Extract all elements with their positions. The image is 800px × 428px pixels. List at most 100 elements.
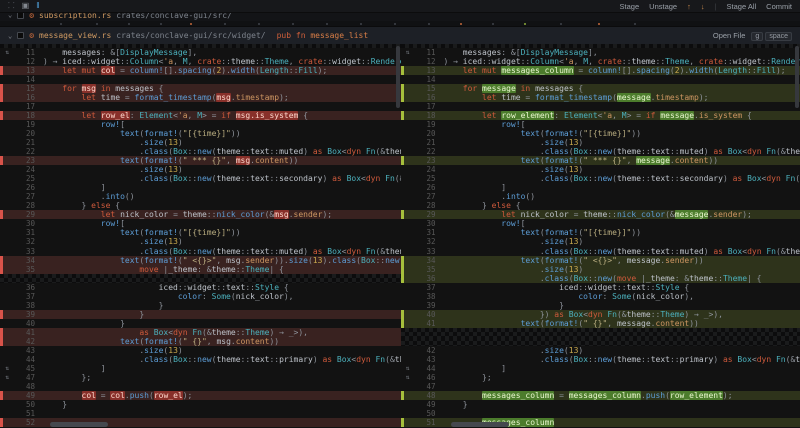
- stage-all-button[interactable]: Stage All: [727, 2, 757, 11]
- diff-row[interactable]: 29 let nick_color = theme::nick_color(&m…: [401, 210, 800, 219]
- diff-row[interactable]: 31 text(format!("[{time}]")): [401, 228, 800, 237]
- unstage-button[interactable]: Unstage: [649, 2, 677, 11]
- diff-row[interactable]: 38 }: [0, 301, 401, 310]
- diff-row[interactable]: 22 .class(Box::new(theme::text::muted) a…: [0, 147, 401, 156]
- vertical-scrollbar[interactable]: [795, 46, 799, 108]
- diff-row[interactable]: 43 .class(Box::new(theme::text::primary)…: [401, 355, 800, 364]
- diff-row[interactable]: ⇅11 messages: &[DisplayMessage],: [401, 48, 800, 57]
- diff-row[interactable]: 24 .size(13): [401, 165, 800, 174]
- diff-row[interactable]: 34 text(format!(" <{}>", message.sender)…: [401, 256, 800, 265]
- chevron-down-icon[interactable]: ⌄: [8, 13, 12, 21]
- diff-row[interactable]: 50: [401, 409, 800, 418]
- diff-row[interactable]: 14: [0, 75, 401, 84]
- diff-row[interactable]: 28 } else {: [401, 201, 800, 210]
- diff-row[interactable]: 16 let time = format_timestamp(message.t…: [401, 93, 800, 102]
- expand-fold-icon[interactable]: ⇅: [404, 373, 412, 382]
- diff-row[interactable]: 36 .class(Box::new(move |_theme: &theme:…: [401, 274, 800, 283]
- expand-fold-icon[interactable]: ⇅: [3, 373, 11, 382]
- diff-row[interactable]: 22 .class(Box::new(theme::text::muted) a…: [401, 147, 800, 156]
- diff-row[interactable]: ⇅44 ]: [401, 364, 800, 373]
- diff-row[interactable]: 26 ]: [0, 183, 401, 192]
- horizontal-scrollbar[interactable]: [451, 422, 509, 427]
- horizontal-scrollbar[interactable]: [50, 422, 108, 427]
- expand-fold-icon[interactable]: ⇅: [3, 48, 11, 57]
- file-entry-subscription[interactable]: ⌄ ⚙ subscription.rs crates/conclave-gui/…: [0, 13, 800, 21]
- stage-checkbox[interactable]: [17, 32, 24, 39]
- split-view-icon[interactable]: ‖: [36, 1, 39, 11]
- diff-row[interactable]: 16 let time = format_timestamp(msg.times…: [0, 93, 401, 102]
- diff-row[interactable]: 39 }: [401, 301, 800, 310]
- diff-row[interactable]: 21 .size(13): [401, 138, 800, 147]
- diff-row[interactable]: 44 .class(Box::new(theme::text::primary)…: [0, 355, 401, 364]
- diff-row[interactable]: 17: [0, 102, 401, 111]
- diff-row[interactable]: 20 text(format!("[{time}]")): [401, 129, 800, 138]
- stage-checkbox[interactable]: [17, 13, 24, 19]
- diff-row[interactable]: 41 as Box<dyn Fn(&theme::Theme) → _>),: [0, 328, 401, 337]
- diff-row[interactable]: 30 row![: [0, 219, 401, 228]
- expand-fold-icon[interactable]: ⇅: [404, 364, 412, 373]
- diff-row[interactable]: 33 .class(Box::new(theme::text::muted) a…: [401, 247, 800, 256]
- history-icon[interactable]: ⸬: [8, 1, 15, 11]
- diff-row[interactable]: 36 iced::widget::text::Style {: [0, 283, 401, 292]
- diff-row[interactable]: 15 for msg in messages {: [0, 84, 401, 93]
- diff-row[interactable]: 33 .class(Box::new(theme::text::muted) a…: [0, 247, 401, 256]
- diff-row[interactable]: 17: [401, 102, 800, 111]
- diff-row[interactable]: 25 .class(Box::new(theme::text::secondar…: [401, 174, 800, 183]
- diff-row[interactable]: 29 let nick_color = theme::nick_color(&m…: [0, 210, 401, 219]
- diff-row[interactable]: 39 }: [0, 310, 401, 319]
- expand-fold-icon[interactable]: ⇅: [404, 48, 412, 57]
- diff-row[interactable]: 40 }) as Box<dyn Fn(&theme::Theme) → _>)…: [401, 310, 800, 319]
- ↓-button[interactable]: ↓: [701, 2, 705, 11]
- diff-row[interactable]: 37 color: Some(nick_color),: [0, 292, 401, 301]
- panel-icon[interactable]: ▣: [22, 1, 30, 11]
- diff-row[interactable]: 31 text(format!("[{time}]")): [0, 228, 401, 237]
- chevron-down-icon[interactable]: ⌄: [8, 32, 12, 40]
- diff-row[interactable]: 24 .size(13): [0, 165, 401, 174]
- diff-row[interactable]: 42 .size(13): [401, 346, 800, 355]
- diff-row[interactable]: ⇅46 };: [401, 373, 800, 382]
- diff-row[interactable]: 18 let row_element: Element<'a, M> = if …: [401, 111, 800, 120]
- file-entry-message-view[interactable]: ⌄ ⚙ message_view.rs crates/conclave-gui/…: [0, 27, 800, 44]
- diff-row[interactable]: 13 let mut col = column![].spacing(2).wi…: [0, 66, 401, 75]
- diff-row[interactable]: 43 .size(13): [0, 346, 401, 355]
- diff-row[interactable]: 35 move |_theme: &theme::Theme| {: [0, 265, 401, 274]
- diff-row[interactable]: 12) → iced::widget::Column<'a, M, crate:…: [0, 57, 401, 66]
- diff-row[interactable]: [401, 337, 800, 346]
- diff-row[interactable]: 41 text(format!(" {}", message.content)): [401, 319, 800, 328]
- diff-row[interactable]: 32 .size(13): [401, 237, 800, 246]
- diff-row[interactable]: 25 .class(Box::new(theme::text::secondar…: [0, 174, 401, 183]
- diff-row[interactable]: 14: [401, 75, 800, 84]
- diff-row[interactable]: 47: [401, 382, 800, 391]
- diff-row[interactable]: 50 }: [0, 400, 401, 409]
- diff-row[interactable]: 19 row![: [401, 120, 800, 129]
- diff-row[interactable]: 30 row![: [401, 219, 800, 228]
- diff-row[interactable]: 51: [0, 409, 401, 418]
- diff-row[interactable]: 38 color: Some(nick_color),: [401, 292, 800, 301]
- expand-fold-icon[interactable]: ⇅: [3, 364, 11, 373]
- diff-row[interactable]: 19 row![: [0, 120, 401, 129]
- diff-row[interactable]: 18 let row_el: Element<'a, M> = if msg.i…: [0, 111, 401, 120]
- ↑-button[interactable]: ↑: [687, 2, 691, 11]
- diff-row[interactable]: ⇅11 messages: &[DisplayMessage],: [0, 48, 401, 57]
- diff-row[interactable]: 15 for message in messages {: [401, 84, 800, 93]
- diff-row[interactable]: 21 .size(13): [0, 138, 401, 147]
- diff-row[interactable]: 23 text(format!(" *** {}", msg.content)): [0, 156, 401, 165]
- vertical-scrollbar[interactable]: [396, 46, 400, 108]
- diff-row[interactable]: 32 .size(13): [0, 237, 401, 246]
- diff-row[interactable]: 42 text(format!(" {}", msg.content)): [0, 337, 401, 346]
- diff-row[interactable]: 40 }: [0, 319, 401, 328]
- diff-row[interactable]: ⇅47 };: [0, 373, 401, 382]
- open-file-hint[interactable]: Open File gspace: [713, 31, 792, 41]
- diff-row[interactable]: 49 col = col.push(row_el);: [0, 391, 401, 400]
- diff-row[interactable]: 28 } else {: [0, 201, 401, 210]
- diff-row[interactable]: [401, 328, 800, 337]
- diff-row[interactable]: 27 .into(): [401, 192, 800, 201]
- diff-row[interactable]: 49 }: [401, 400, 800, 409]
- diff-row[interactable]: 26 ]: [401, 183, 800, 192]
- stage-button[interactable]: Stage: [620, 2, 640, 11]
- diff-row[interactable]: 48 messages_column = messages_column.pus…: [401, 391, 800, 400]
- diff-row[interactable]: 13 let mut messages_column = column![].s…: [401, 66, 800, 75]
- diff-row[interactable]: ⇅45 ]: [0, 364, 401, 373]
- diff-row[interactable]: 27 .into(): [0, 192, 401, 201]
- diff-row[interactable]: 34 text(format!(" <{}>", msg.sender)).si…: [0, 256, 401, 265]
